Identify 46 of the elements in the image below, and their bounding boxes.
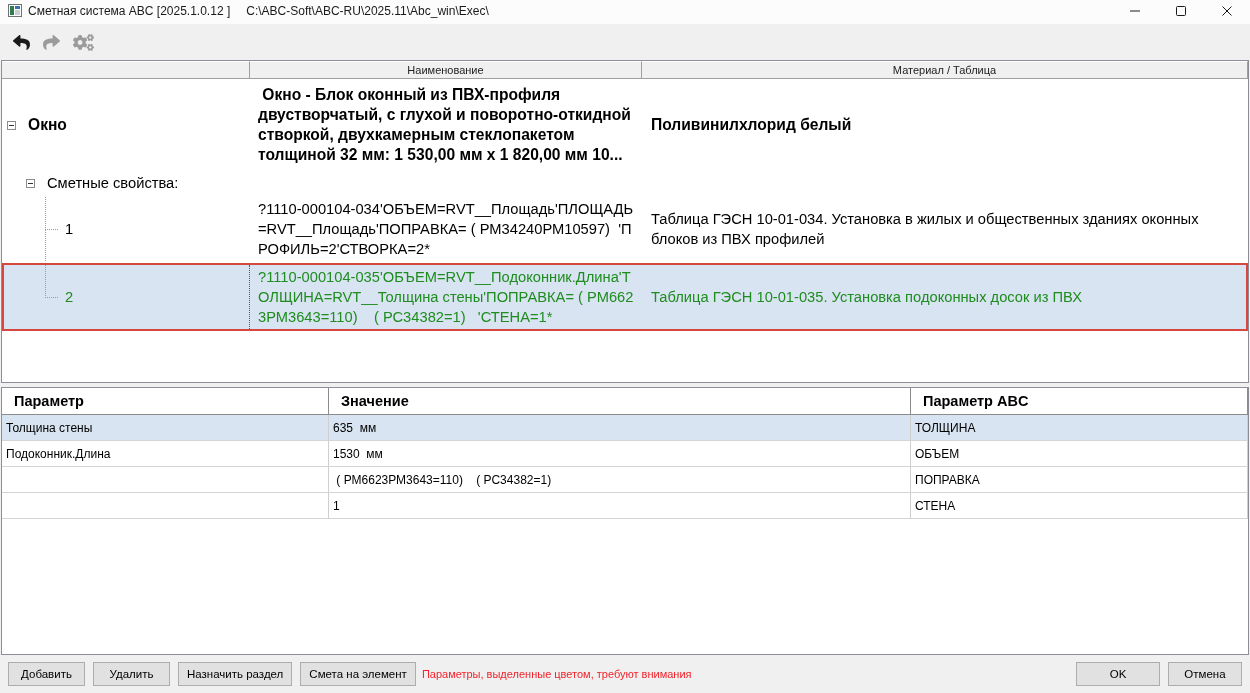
table-cell: Подоконник.Длина xyxy=(2,441,329,466)
node-label: Сметные свойства: xyxy=(47,174,179,193)
undo-icon[interactable] xyxy=(13,33,30,51)
table-cell: ОБЪЕМ xyxy=(911,441,1248,466)
material-text: Поливинилхлорид белый xyxy=(651,115,852,135)
item-name: ?1110-000104-034'ОБЪЕМ=RVT__Площадь'ПЛОЩАДЬ=RVT__Площадь'ПОПРАВКА= ( РМ34240РМ10597) 'ПРОФИЛЬ=2'СТВОРКА=2* xyxy=(258,200,634,259)
maximize-icon[interactable] xyxy=(1176,5,1186,16)
table-row[interactable]: 1 СТЕНА xyxy=(2,493,1248,519)
table-cell: 635 мм xyxy=(329,415,911,440)
table-row[interactable]: Подоконник.Длина 1530 мм ОБЪЕМ xyxy=(2,441,1248,467)
column-header: Наименование xyxy=(250,61,642,78)
column-header: Параметр xyxy=(2,388,329,414)
column-header: Материал / Таблица xyxy=(642,61,1248,78)
column-header: Значение xyxy=(329,388,911,414)
table-cell: Толщина стены xyxy=(2,415,329,440)
table-row[interactable]: Толщина стены 635 мм ТОЛЩИНА xyxy=(2,415,1248,441)
window-path: C:\ABC-Soft\ABC-RU\2025.11\Abc_win\Exec\ xyxy=(246,3,489,18)
item-name: Окно - Блок оконный из ПВХ-профиля двустворчатый, с глухой и поворотно-откидной створкой, двухкамерным стеклопакетом толщиной 32 мм: 1 530,00 мм х 1 820,00 мм 10... xyxy=(258,85,632,165)
action-button[interactable]: Добавить xyxy=(8,662,85,686)
table-cell: 1 xyxy=(329,493,911,518)
window-title: Сметная система ABC [2025.1.0.12 ] xyxy=(28,3,231,18)
minus-box-icon[interactable] xyxy=(26,178,35,188)
table-cell: ТОЛЩИНА xyxy=(911,415,1248,440)
material-text: Таблица ГЭСН 10-01-035. Установка подоконных досок из ПВХ xyxy=(651,288,1083,307)
table-cell: СТЕНА xyxy=(911,493,1248,518)
table-cell: ПОПРАВКА xyxy=(911,467,1248,492)
dialog-button[interactable]: OK xyxy=(1076,662,1160,686)
node-label: 1 xyxy=(65,220,74,239)
action-button[interactable]: Удалить xyxy=(93,662,170,686)
item-name: ?1110-000104-035'ОБЪЕМ=RVT__Подоконник.Длина'ТОЛЩИНА=RVT__Толщина стены'ПОПРАВКА= ( РМ6623РМ3643=110) ( РС34382=1) 'СТЕНА=1* xyxy=(258,268,634,327)
action-button[interactable]: Смета на элемент xyxy=(300,662,416,686)
minus-box-icon[interactable] xyxy=(7,120,16,130)
table-cell: 1530 мм xyxy=(329,441,911,466)
column-header: Параметр ABC xyxy=(911,388,1248,414)
close-icon[interactable] xyxy=(1222,5,1232,16)
table-cell: ( РМ6623РМ3643=110) ( РС34382=1) xyxy=(329,467,911,492)
node-label: 2 xyxy=(65,288,74,307)
node-label: Окно xyxy=(28,115,67,135)
action-button[interactable]: Назначить раздел xyxy=(178,662,293,686)
app-icon xyxy=(8,4,22,17)
tree-row[interactable]: Сметные свойства: xyxy=(2,171,1248,195)
warning-message: Параметры, выделенные цветом, требуют внимания xyxy=(421,668,692,680)
tree-row[interactable]: Окно Окно - Блок оконный из ПВХ-профиля двустворчатый, с глухой и поворотно-откидной створкой, двухкамерным стеклопакетом толщиной 32 мм: 1 530,00 мм х 1 820,00 мм 10... Поливинилхлорид белый xyxy=(2,79,1248,171)
material-text: Таблица ГЭСН 10-01-034. Установка в жилых и общественных зданиях оконных блоков из ПВХ профилей xyxy=(651,210,1200,249)
table-row[interactable]: ( РМ6623РМ3643=110) ( РС34382=1) ПОПРАВКА xyxy=(2,467,1248,493)
dialog-button[interactable]: Отмена xyxy=(1168,662,1242,686)
